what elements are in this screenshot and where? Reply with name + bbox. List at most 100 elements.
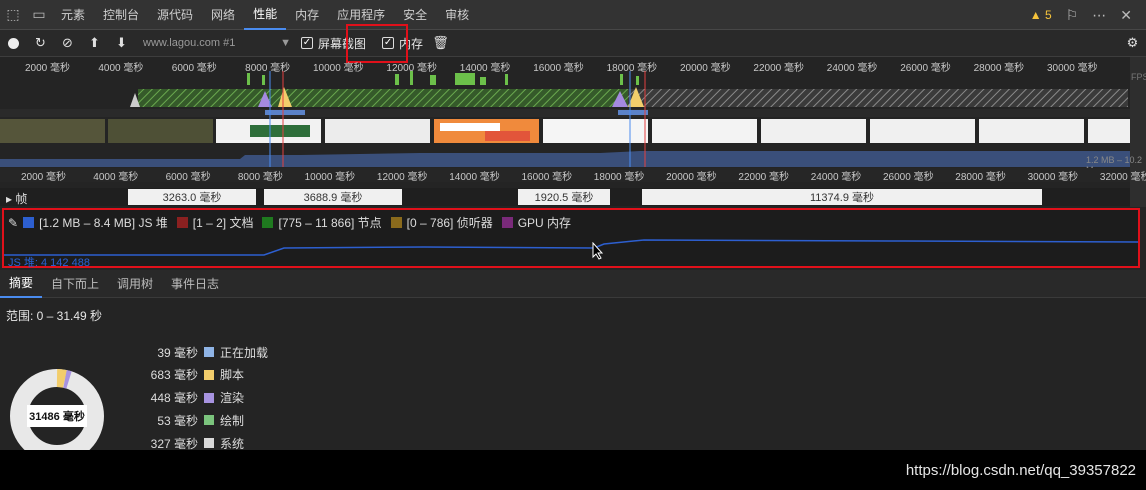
- ruler-tick-label: 16000 毫秒: [521, 172, 573, 183]
- mouse-cursor-icon: [592, 242, 604, 260]
- legend-item[interactable]: GPU 内存: [501, 214, 572, 231]
- stat-value: 683 毫秒: [150, 368, 198, 383]
- summary-stat-row: 683 毫秒 脚本: [140, 367, 244, 383]
- tab-performance[interactable]: 性能: [244, 0, 287, 30]
- summary-total: 31486 毫秒: [27, 405, 87, 427]
- summary-stat-row: 39 毫秒 正在加载: [140, 344, 268, 360]
- legend-label: GPU 内存: [517, 216, 572, 230]
- tab-network[interactable]: 网络: [202, 0, 244, 30]
- tab-summary[interactable]: 摘要: [0, 270, 43, 298]
- collect-garbage-button[interactable]: 🗑: [427, 30, 454, 57]
- summary-panel: 范围: 0 – 31.49 秒 31486 毫秒 39 毫秒 正在加载 683 毫秒…: [0, 298, 1146, 463]
- tab-event-log[interactable]: 事件日志: [162, 270, 228, 298]
- reload-record-button[interactable]: ↻: [27, 30, 54, 57]
- legend-item[interactable]: [0 – 786] 侦听器: [390, 214, 493, 231]
- reload-icon: ↻: [35, 35, 46, 50]
- frame-cell[interactable]: 3263.0 毫秒: [128, 189, 256, 205]
- legend-checkbox[interactable]: [501, 217, 513, 228]
- stat-color-swatch: [204, 438, 214, 449]
- clear-icon: ⊘: [62, 35, 73, 50]
- stat-color-swatch: [204, 415, 214, 426]
- performance-toolbar: ↻ ⊘ ⬆ ⬇ www.lagou.com #1 ▼ ✓ 屏幕截图 ✓ 内存 🗑…: [0, 30, 1146, 57]
- legend-item[interactable]: [1.2 MB – 8.4 MB] JS 堆: [23, 214, 168, 231]
- recording-select[interactable]: www.lagou.com #1 ▼: [143, 37, 291, 49]
- tab-console[interactable]: 控制台: [94, 0, 148, 30]
- devtools-tab-bar: ⬚ ▭ 元素 控制台 源代码 网络 性能 内存 应用程序 安全 审核 ▲ 5 ⚐…: [0, 0, 1146, 30]
- record-button[interactable]: [0, 30, 27, 57]
- save-profile-button[interactable]: ⬇: [108, 30, 135, 57]
- edit-pencil-icon: ✎: [8, 215, 19, 230]
- summary-stat-row: 448 毫秒 渲染: [140, 390, 244, 406]
- ruler-tick-label: 22000 毫秒: [738, 172, 789, 183]
- ruler-tick-label: 20000 毫秒: [666, 172, 717, 183]
- clear-button[interactable]: ⊘: [54, 30, 81, 57]
- ruler-tick-label: 26000 毫秒: [883, 172, 934, 183]
- device-toolbar-icon[interactable]: ▭: [26, 0, 52, 30]
- details-tab-bar: 摘要 自下而上 调用树 事件日志: [0, 270, 1146, 298]
- frame-cell[interactable]: 3688.9 毫秒: [264, 189, 402, 205]
- ruler-tick-label: 18000 毫秒: [593, 172, 645, 183]
- stat-value: 39 毫秒: [157, 345, 198, 360]
- memory-counters-panel[interactable]: ✎ [1.2 MB – 8.4 MB] JS 堆 [1 – 2] 文档 [775 – …: [2, 208, 1140, 269]
- ruler-tick-label: 24000 毫秒: [810, 172, 862, 183]
- ruler-tick-label: 30000 毫秒: [1027, 172, 1079, 183]
- tab-elements[interactable]: 元素: [52, 0, 94, 30]
- timeline-overview[interactable]: [0, 71, 1130, 167]
- stat-color-swatch: [204, 392, 214, 403]
- stat-value: 53 毫秒: [157, 413, 198, 428]
- memory-checkbox-highlight: [346, 24, 408, 63]
- summary-stat-row: 53 毫秒 绘制: [140, 412, 244, 428]
- tab-call-tree[interactable]: 调用树: [108, 270, 162, 298]
- download-icon: ⬇: [116, 35, 127, 50]
- ruler-tick-label: 14000 毫秒: [449, 172, 500, 183]
- feedback-icon[interactable]: ⚐: [1066, 7, 1079, 24]
- stat-label: 正在加载: [220, 345, 269, 360]
- stat-value: 448 毫秒: [150, 391, 198, 406]
- frame-cell[interactable]: 11374.9 毫秒: [642, 189, 1042, 205]
- ruler-tick-label: 32000 毫秒: [1099, 172, 1146, 183]
- legend-checkbox[interactable]: [262, 217, 274, 228]
- legend-label: [0 – 786] 侦听器: [406, 216, 493, 230]
- tab-audits[interactable]: 审核: [436, 0, 478, 30]
- ruler-tick-label: 28000 毫秒: [955, 172, 1006, 183]
- legend-checkbox[interactable]: [176, 217, 188, 228]
- stat-label: 渲染: [220, 391, 245, 406]
- js-heap-value: JS 堆: 4 142 488: [8, 257, 90, 269]
- recording-url: www.lagou.com #1: [143, 37, 236, 49]
- summary-stat-row: 327 毫秒 系统: [140, 435, 244, 451]
- tab-memory[interactable]: 内存: [286, 0, 328, 30]
- legend-item[interactable]: [1 – 2] 文档: [176, 214, 254, 231]
- timeline-time-ruler: 2000 毫秒 4000 毫秒 6000 毫秒 8000 毫秒 10000 毫秒 1200…: [0, 168, 1146, 183]
- ruler-tick-label: 12000 毫秒: [376, 172, 428, 183]
- stat-label: 脚本: [220, 368, 245, 383]
- legend-item[interactable]: [775 – 11 866] 节点: [262, 214, 382, 231]
- tab-bar-right-controls: ▲ 5 ⚐ ⋯ ✕: [1030, 0, 1146, 30]
- legend-checkbox[interactable]: [390, 217, 402, 228]
- warnings-badge[interactable]: ▲ 5: [1030, 8, 1052, 22]
- overview-graph: [0, 71, 1130, 167]
- load-profile-button[interactable]: ⬆: [81, 30, 108, 57]
- record-icon: [8, 37, 19, 49]
- inspect-element-icon[interactable]: ⬚: [0, 0, 26, 30]
- stat-color-swatch: [204, 347, 214, 357]
- frame-cell[interactable]: 1920.5 毫秒: [518, 189, 610, 205]
- legend-label: [1.2 MB – 8.4 MB] JS 堆: [39, 216, 168, 230]
- ruler-tick-label: 8000 毫秒: [237, 172, 283, 183]
- frames-track[interactable]: ▸ 帧 3263.0 毫秒 3688.9 毫秒 1920.5 毫秒 11374.…: [0, 188, 1130, 206]
- settings-button[interactable]: ⚙: [1119, 30, 1146, 57]
- legend-checkbox[interactable]: [23, 217, 35, 228]
- stat-color-swatch: [204, 369, 214, 380]
- legend-label: [1 – 2] 文档: [192, 216, 254, 230]
- close-icon[interactable]: ✕: [1120, 7, 1132, 24]
- more-options-icon[interactable]: ⋯: [1092, 7, 1106, 24]
- memory-counters-legend: ✎ [1.2 MB – 8.4 MB] JS 堆 [1 – 2] 文档 [775 – …: [8, 214, 580, 231]
- gear-icon: ⚙: [1126, 35, 1139, 50]
- tab-bottom-up[interactable]: 自下而上: [42, 270, 108, 298]
- js-heap-graph: [4, 239, 1138, 256]
- trash-icon: 🗑: [432, 35, 449, 50]
- warning-count: 5: [1045, 8, 1052, 22]
- tab-sources[interactable]: 源代码: [148, 0, 202, 30]
- summary-range: 范围: 0 – 31.49 秒: [6, 309, 103, 323]
- fps-label: FPS: [1131, 72, 1146, 82]
- ruler-tick-label: 6000 毫秒: [165, 172, 211, 183]
